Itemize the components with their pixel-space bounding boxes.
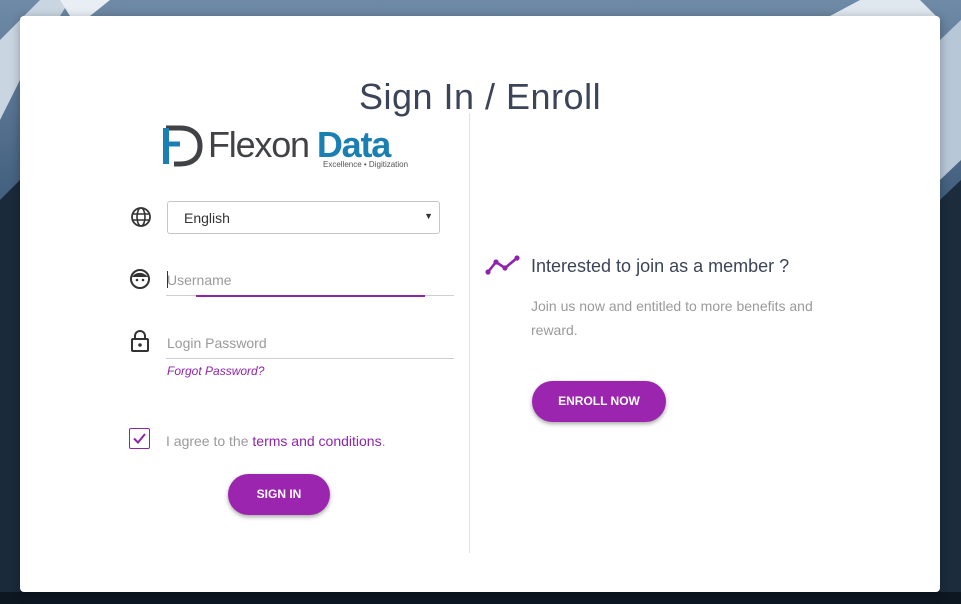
password-underline xyxy=(166,358,454,359)
agree-prefix: I agree to the xyxy=(166,433,253,449)
sign-in-button[interactable]: SIGN IN xyxy=(228,474,330,515)
lock-icon xyxy=(131,330,149,352)
chevron-down-icon: ▼ xyxy=(424,211,433,221)
logo-tagline: Excellence • Digitization xyxy=(323,160,409,169)
column-divider xyxy=(469,113,470,553)
checkmark-icon xyxy=(133,433,146,444)
agree-suffix: . xyxy=(381,433,386,449)
enroll-now-button[interactable]: ENROLL NOW xyxy=(532,381,666,422)
forgot-password-link[interactable]: Forgot Password? xyxy=(167,364,264,378)
logo-mark-icon xyxy=(163,125,203,167)
auth-card: Sign In / Enroll Flexon Data Excellence •… xyxy=(20,16,940,592)
username-field[interactable]: Username xyxy=(166,264,454,297)
agree-checkbox[interactable] xyxy=(129,428,150,449)
password-placeholder: Login Password xyxy=(167,335,267,351)
username-focus-bar xyxy=(196,295,425,297)
globe-icon xyxy=(131,207,151,227)
terms-link[interactable]: terms and conditions xyxy=(252,433,381,449)
trend-line-icon xyxy=(485,255,520,275)
page-title: Sign In / Enroll xyxy=(358,76,602,117)
enroll-description: Join us now and entitled to more benefit… xyxy=(531,298,813,338)
username-placeholder: Username xyxy=(167,272,232,288)
language-select[interactable]: English ▼ xyxy=(167,201,440,234)
enroll-heading: Interested to join as a member ? xyxy=(531,256,790,276)
agree-text: I agree to the terms and conditions. xyxy=(166,433,385,449)
user-face-icon xyxy=(130,269,150,289)
logo-word-flexon: Flexon xyxy=(208,124,310,165)
brand-logo: Flexon Data Excellence • Digitization xyxy=(160,122,409,170)
language-select-value: English xyxy=(184,210,230,226)
logo-word-data: Data xyxy=(316,124,391,165)
password-field[interactable]: Login Password xyxy=(166,327,454,359)
